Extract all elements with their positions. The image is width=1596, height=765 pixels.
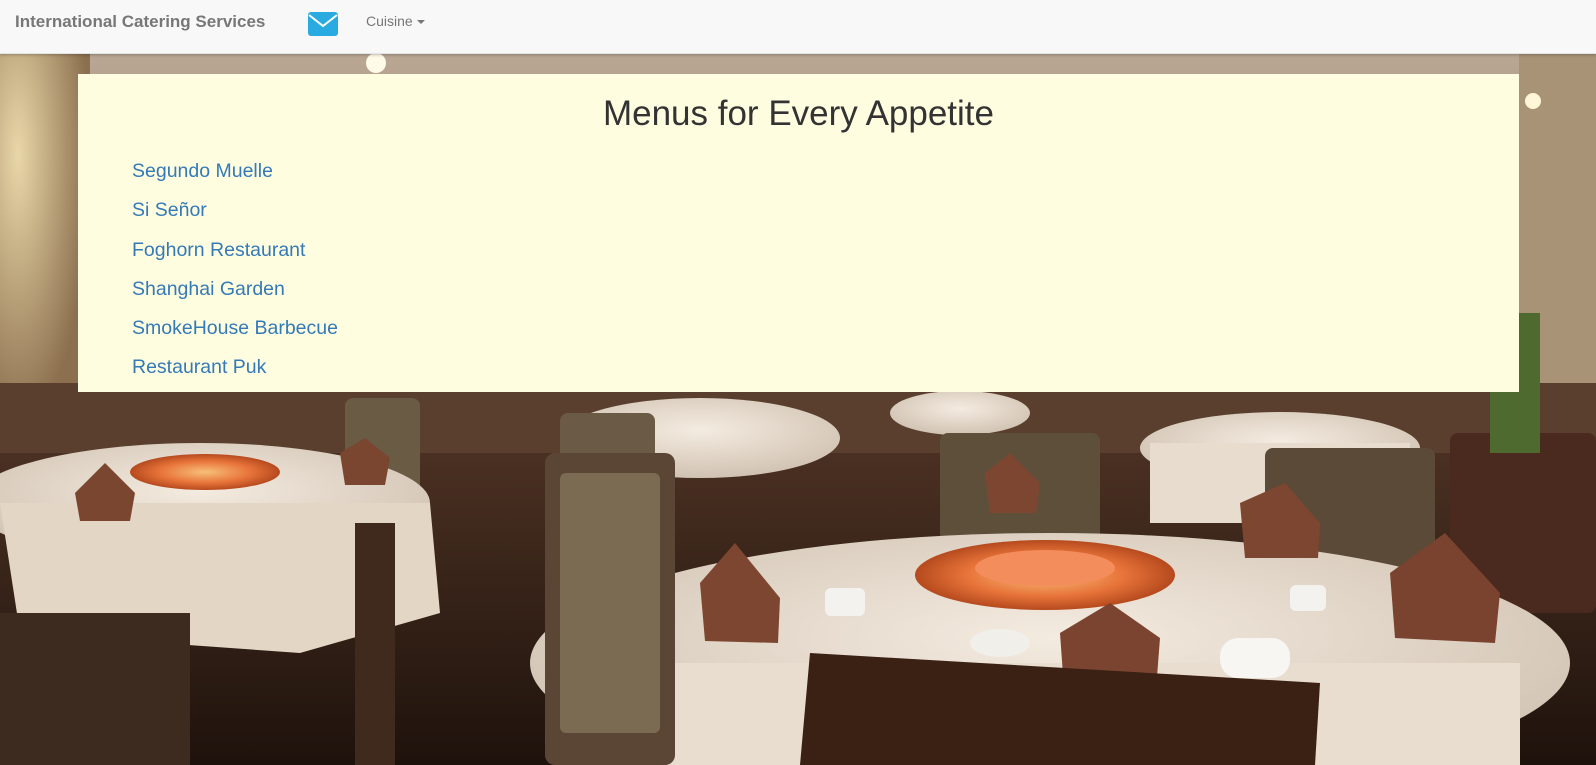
restaurant-link-smokehouse[interactable]: SmokeHouse Barbecue [132,317,338,339]
restaurant-list: Segundo Muelle Si Señor Foghorn Restaura… [132,158,338,394]
brand-link[interactable]: International Catering Services [15,12,265,32]
restaurant-link-si-senor[interactable]: Si Señor [132,199,207,221]
envelope-icon [308,12,338,36]
restaurant-link-segundo-muelle[interactable]: Segundo Muelle [132,160,273,182]
list-item: Shanghai Garden [132,276,338,315]
caret-down-icon [416,20,425,25]
restaurant-link-foghorn[interactable]: Foghorn Restaurant [132,239,305,261]
restaurant-link-shanghai-garden[interactable]: Shanghai Garden [132,278,285,300]
page-title: Menus for Every Appetite [602,94,995,133]
cuisine-dropdown-label: Cuisine [366,13,413,29]
list-item: Si Señor [132,197,338,236]
navbar: International Catering Services Cuisine [0,0,1596,54]
list-item: Restaurant Puk [132,354,338,393]
list-item: SmokeHouse Barbecue [132,315,338,354]
cuisine-dropdown[interactable]: Cuisine [366,13,425,29]
mail-link[interactable] [308,12,340,36]
menus-panel: Menus for Every Appetite Segundo Muelle … [78,74,1519,392]
list-item: Foghorn Restaurant [132,237,338,276]
restaurant-link-puk[interactable]: Restaurant Puk [132,356,266,378]
list-item: Segundo Muelle [132,158,338,197]
